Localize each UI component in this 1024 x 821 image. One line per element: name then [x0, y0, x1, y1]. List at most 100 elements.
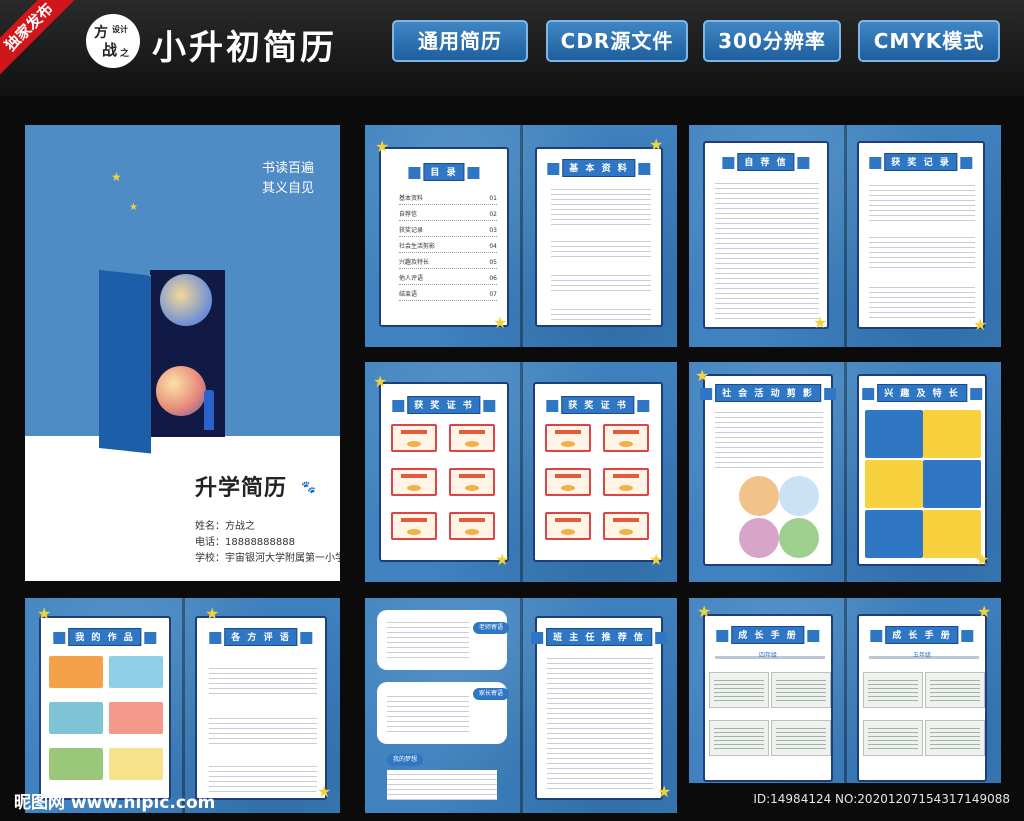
page-title: 获 奖 记 录 [869, 153, 974, 171]
text-placeholder [547, 654, 653, 792]
activity-photo [739, 518, 779, 558]
toc-item: 自荐信 02 [399, 209, 497, 221]
certificate-thumb [391, 468, 437, 496]
star-icon: ★ [495, 550, 510, 569]
cover-school: 学校：宇宙银河大学附属第一小学 [195, 553, 340, 564]
page-title: 目 录 [408, 163, 480, 181]
artwork-thumb [49, 656, 103, 688]
certificate-thumb [545, 512, 591, 540]
star-icon: ★ [493, 313, 508, 332]
motto-line: 其义自见 [261, 181, 314, 196]
my-dream-tag: 我的梦想 [387, 754, 424, 766]
page-title: 成 长 手 册 [716, 626, 821, 644]
page-title: 社 会 活 动 剪 影 [700, 384, 836, 402]
paw-icon: 🐾 [301, 480, 316, 494]
text-placeholder [869, 181, 975, 221]
page-title: 获 奖 证 书 [392, 396, 497, 414]
report-thumb [771, 672, 831, 708]
text-placeholder [715, 408, 823, 468]
artwork-thumb [109, 748, 163, 780]
feature-badge: 300分辨率 [703, 20, 841, 62]
text-placeholder [209, 714, 317, 744]
site-watermark: 昵图网 www.nipic.com [14, 793, 216, 813]
parent-review-tag: 家长寄语 [473, 688, 510, 700]
planet-icon [160, 274, 212, 326]
cover-phone: 电话：18888888888 [195, 537, 295, 548]
text-placeholder [551, 271, 651, 293]
hobby-card [865, 410, 923, 458]
certificate-thumb [545, 468, 591, 496]
star-icon: ★ [129, 202, 138, 213]
logo-char: 设计 [112, 24, 128, 34]
star-icon: ★ [649, 135, 664, 154]
certificate-thumb [449, 468, 495, 496]
star-icon: ★ [977, 602, 992, 621]
star-icon: ★ [375, 137, 390, 156]
artwork-thumb [109, 656, 163, 688]
teacher-comment-bubble: 老师寄语 [377, 610, 510, 670]
spread-comments-letter: 老师寄语 家长寄语 我的梦想 班 主 任 推 荐 信 ★ [365, 598, 677, 813]
toc-num: 04 [489, 243, 497, 250]
teacher-letter-page: 班 主 任 推 荐 信 [531, 616, 667, 800]
page-title: 基 本 资 料 [547, 159, 652, 177]
logo-char: 战 [102, 41, 118, 59]
teacher-review-tag: 老师寄语 [473, 622, 510, 634]
growth-page: 成 长 手 册 四年级 [703, 614, 833, 782]
page-title: 各 方 评 语 [209, 628, 314, 646]
report-thumb [709, 720, 769, 756]
toc-item: 社会生活剪影 04 [399, 241, 497, 253]
certificates-page: 获 奖 证 书 [533, 382, 663, 562]
toc-item: 他人评语 06 [399, 273, 497, 285]
artwork-thumb [49, 702, 103, 734]
hobby-image [923, 510, 981, 558]
star-icon: ★ [973, 315, 988, 334]
certificate-thumb [603, 512, 649, 540]
planet-icon [156, 366, 206, 416]
star-icon: ★ [975, 550, 990, 569]
certificate-thumb [391, 512, 437, 540]
activity-photo [739, 476, 779, 516]
text-placeholder [387, 770, 497, 800]
grade-label: 四年级 [758, 652, 777, 659]
cover-name: 姓名：方战之 [195, 521, 255, 532]
certificates-page: 获 奖 证 书 [379, 382, 509, 562]
activity-photo [779, 518, 819, 558]
spread-certificates: 获 奖 证 书 获 奖 证 书 ★ ★ ★ [365, 362, 677, 582]
toc-num: 07 [489, 291, 497, 298]
certificate-thumb [449, 424, 495, 452]
toc-item: 兴趣及特长 05 [399, 257, 497, 269]
hobbies-page: 兴 趣 及 特 长 [857, 374, 987, 566]
cover-page: 书读百遍 其义自见 ★ ★ 升学简历 🐾 姓名：方战之 电话：188888888… [25, 125, 340, 581]
page-title: 我 的 作 品 [53, 628, 158, 646]
designer-logo: 方 设计 战 之 [86, 14, 140, 68]
star-icon: ★ [813, 313, 828, 332]
report-thumb [771, 720, 831, 756]
certificate-thumb [603, 424, 649, 452]
artwork-thumb [109, 702, 163, 734]
toc-item: 基本资料 01 [399, 193, 497, 205]
page-title: 班 主 任 推 荐 信 [531, 628, 667, 646]
reviews-page: 各 方 评 语 [195, 616, 327, 800]
feature-badge: 通用简历 [392, 20, 528, 62]
feature-badge: CDR源文件 [546, 20, 688, 62]
text-placeholder [209, 762, 317, 792]
logo-char: 之 [120, 49, 130, 59]
book-cover-illustration [99, 270, 151, 454]
toc-label: 他人评语 [399, 275, 424, 282]
star-icon: ★ [37, 604, 52, 623]
star-icon: ★ [373, 372, 388, 391]
toc-num: 06 [489, 275, 497, 282]
page-title: 成 长 手 册 [870, 626, 975, 644]
toc-num: 02 [489, 211, 497, 218]
toc-num: 03 [489, 227, 497, 234]
awards-record-page: 获 奖 记 录 [857, 141, 985, 329]
basic-info-page: 基 本 资 料 [535, 147, 663, 327]
toc-label: 兴趣及特长 [399, 259, 430, 266]
certificate-thumb [449, 512, 495, 540]
certificate-thumb [545, 424, 591, 452]
image-id-watermark: ID:14984124 NO:20201207154317149088 [753, 792, 1010, 806]
hobby-image [923, 410, 981, 458]
spread-social-hobbies: 社 会 活 动 剪 影 兴 趣 及 特 长 ★ ★ [689, 362, 1001, 582]
toc-item: 结束语 07 [399, 289, 497, 301]
works-page: 我 的 作 品 [39, 616, 171, 800]
